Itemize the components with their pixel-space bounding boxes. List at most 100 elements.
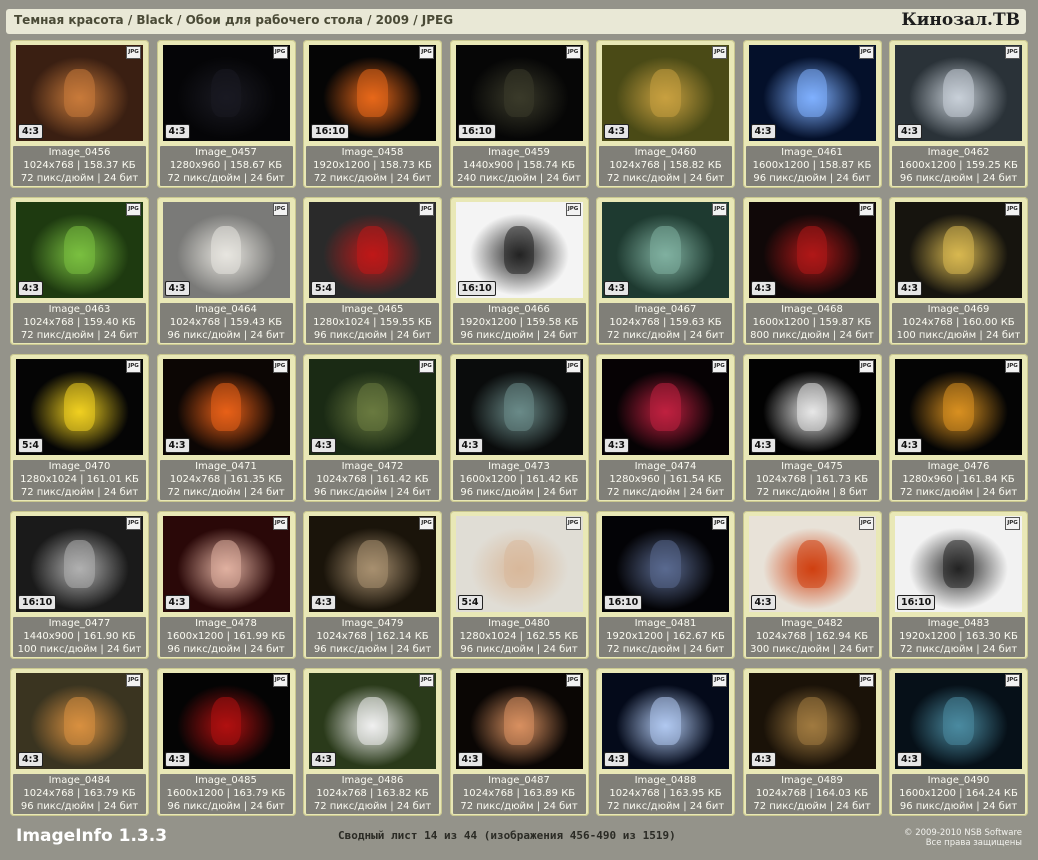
aspect-ratio-badge: 4:3 [18,752,44,767]
image-info: Image_0472 1024x768 | 161.42 КБ 96 пикс/дю… [306,460,439,500]
thumbnail-card[interactable]: JPG 16:10 Image_0458 1920x1200 | 158.73 КБ 7… [303,40,442,188]
thumbnail-image[interactable]: JPG 4:3 [895,359,1022,455]
thumbnail-card[interactable]: JPG 4:3 Image_0475 1024x768 | 161.73 КБ 72 п… [742,354,882,502]
car-dark-icon [210,69,242,117]
thumbnail-card[interactable]: JPG 4:3 Image_0457 1280x960 | 158.67 КБ 72 п… [156,40,296,188]
image-resolution-depth: 72 пикс/дюйм | 24 бит [460,801,578,812]
image-info: Image_0489 1024x768 | 164.03 КБ 72 пикс/дю… [745,774,879,814]
thumbnail-card[interactable]: JPG 16:10 Image_0459 1440x900 | 158.74 КБ 24… [449,40,589,188]
thumbnail-card[interactable]: JPG 4:3 Image_0463 1024x768 | 159.40 КБ 72 п… [10,197,149,345]
thumbnail-card[interactable]: JPG 16:10 Image_0477 1440x900 | 161.90 КБ 10… [10,511,149,659]
thumbnail-card[interactable]: JPG 4:3 Image_0462 1600x1200 | 159.25 КБ 96 … [889,40,1028,188]
thumbnail-card[interactable]: JPG 4:3 Image_0489 1024x768 | 164.03 КБ 72 п… [742,668,882,816]
thumbnail-card[interactable]: JPG 4:3 Image_0456 1024x768 | 158.37 КБ 72 п… [10,40,149,188]
image-info: Image_0463 1024x768 | 159.40 КБ 72 пикс/дю… [13,303,146,343]
thumbnail-image[interactable]: JPG 16:10 [309,45,436,141]
thumbnail-card[interactable]: JPG 4:3 Image_0460 1024x768 | 158.82 КБ 72 п… [596,40,735,188]
thumbnail-image[interactable]: JPG 4:3 [748,673,876,769]
image-resolution-depth: 96 пикс/дюйм | 24 бит [313,330,432,341]
thumbnail-image[interactable]: JPG 4:3 [602,359,729,455]
thumbnail-card[interactable]: JPG 4:3 Image_0473 1600x1200 | 161.42 КБ 96 … [449,354,589,502]
thumbnail-card[interactable]: JPG 4:3 Image_0472 1024x768 | 161.42 КБ 96 п… [303,354,442,502]
thumbnail-image[interactable]: JPG 16:10 [895,516,1022,612]
thumbnail-image[interactable]: JPG 4:3 [162,516,290,612]
aspect-ratio-badge: 4:3 [164,752,190,767]
image-name: Image_0482 [781,618,843,629]
thumbnail-image[interactable]: JPG 5:4 [309,202,436,298]
thumbnail-image[interactable]: JPG 4:3 [162,45,290,141]
thumbnail-image[interactable]: JPG 4:3 [602,45,729,141]
thumbnail-image[interactable]: JPG 4:3 [16,45,143,141]
thumbnail-card[interactable]: JPG 16:10 Image_0481 1920x1200 | 162.67 КБ 7… [596,511,735,659]
thumbnail-card[interactable]: JPG 4:3 Image_0464 1024x768 | 159.43 КБ 96 п… [156,197,296,345]
thumbnail-image[interactable]: JPG 4:3 [455,359,583,455]
thumbnail-image[interactable]: JPG 16:10 [16,516,143,612]
thumbnail-card[interactable]: JPG 5:4 Image_0470 1280x1024 | 161.01 КБ 72 … [10,354,149,502]
image-name: Image_0457 [195,147,257,158]
thumbnail-image[interactable]: JPG 4:3 [895,673,1022,769]
aspect-ratio-badge: 4:3 [750,438,776,453]
thumbnail-image[interactable]: JPG 16:10 [455,45,583,141]
panther-icon [503,69,535,117]
thumbnail-card[interactable]: JPG 5:4 Image_0465 1280x1024 | 159.55 КБ 96 … [303,197,442,345]
thumbnail-card[interactable]: JPG 4:3 Image_0486 1024x768 | 163.82 КБ 72 п… [303,668,442,816]
thumbnail-image[interactable]: JPG 4:3 [748,202,876,298]
thumbnail-image[interactable]: JPG 4:3 [162,202,290,298]
aspect-ratio-badge: 4:3 [164,595,190,610]
aspect-ratio-badge: 4:3 [897,752,923,767]
jpg-format-icon: JPG [712,517,727,530]
thumbnail-card[interactable]: JPG 4:3 Image_0476 1280x960 | 161.84 КБ 72 п… [889,354,1028,502]
thumbnail-image[interactable]: JPG 4:3 [309,516,436,612]
image-dimensions-size: 1920x1200 | 158.73 КБ [313,160,432,171]
thumbnail-card[interactable]: JPG 4:3 Image_0490 1600x1200 | 164.24 КБ 96 … [889,668,1028,816]
thumbnail-image[interactable]: JPG 4:3 [16,202,143,298]
fantasy-red-icon [796,226,828,274]
thumbnail-card[interactable]: JPG 4:3 Image_0461 1600x1200 | 158.87 КБ 96 … [742,40,882,188]
thumbnail-image[interactable]: JPG 4:3 [16,673,143,769]
thumbnail-card[interactable]: JPG 4:3 Image_0468 1600x1200 | 159.87 КБ 800… [742,197,882,345]
thumbnail-card[interactable]: JPG 16:10 Image_0483 1920x1200 | 163.30 КБ 7… [889,511,1028,659]
image-dimensions-size: 1920x1200 | 159.58 КБ [459,317,579,328]
image-resolution-depth: 72 пикс/дюйм | 24 бит [606,801,725,812]
thumbnail-image[interactable]: JPG 5:4 [455,516,583,612]
thumbnail-image[interactable]: JPG 4:3 [162,673,290,769]
jpg-format-icon: JPG [1005,360,1020,373]
thumbnail-card[interactable]: JPG 4:3 Image_0478 1600x1200 | 161.99 КБ 96 … [156,511,296,659]
thumbnail-image[interactable]: JPG 16:10 [602,516,729,612]
thumbnail-image[interactable]: JPG 5:4 [16,359,143,455]
thumbnail-image[interactable]: JPG 4:3 [748,359,876,455]
thumbnail-card[interactable]: JPG 5:4 Image_0480 1280x1024 | 162.55 КБ 96 … [449,511,589,659]
thumbnail-card[interactable]: JPG 4:3 Image_0482 1024x768 | 162.94 КБ 300 … [742,511,882,659]
thumbnail-card[interactable]: JPG 4:3 Image_0488 1024x768 | 163.95 КБ 72 п… [596,668,735,816]
jpg-format-icon: JPG [565,203,581,216]
image-name: Image_0483 [927,618,990,629]
thumbnail-card[interactable]: JPG 4:3 Image_0485 1600x1200 | 163.79 КБ 96 … [156,668,296,816]
aspect-ratio-badge: 4:3 [750,281,776,296]
thumbnail-card[interactable]: JPG 4:3 Image_0484 1024x768 | 163.79 КБ 96 п… [10,668,149,816]
thumbnail-image[interactable]: JPG 4:3 [602,202,729,298]
aspect-ratio-badge: 4:3 [604,438,630,453]
thumbnail-card[interactable]: JPG 4:3 Image_0469 1024x768 | 160.00 КБ 100 … [889,197,1028,345]
thumbnail-image[interactable]: JPG 4:3 [748,45,876,141]
thumbnail-card[interactable]: JPG 4:3 Image_0479 1024x768 | 162.14 КБ 96 п… [303,511,442,659]
thumbnail-image[interactable]: JPG 4:3 [748,516,876,612]
thumbnail-image[interactable]: JPG 4:3 [309,359,436,455]
image-dimensions-size: 1024x768 | 161.73 КБ [755,474,869,485]
thumbnail-card[interactable]: JPG 4:3 Image_0467 1024x768 | 159.63 КБ 72 п… [596,197,735,345]
thumbnail-card[interactable]: JPG 4:3 Image_0474 1280x960 | 161.54 КБ 72 п… [596,354,735,502]
thumbnail-image[interactable]: JPG 4:3 [895,202,1022,298]
thumbnail-card[interactable]: JPG 4:3 Image_0487 1024x768 | 163.89 КБ 72 п… [449,668,589,816]
thumbnail-card[interactable]: JPG 4:3 Image_0471 1024x768 | 161.35 КБ 72 п… [156,354,296,502]
thumbnail-image[interactable]: JPG 4:3 [309,673,436,769]
image-dimensions-size: 1024x768 | 159.43 КБ [169,317,283,328]
image-dimensions-size: 1024x768 | 159.40 КБ [23,317,136,328]
image-info: Image_0486 1024x768 | 163.82 КБ 72 пикс/дю… [306,774,439,814]
thumbnail-image[interactable]: JPG 16:10 [455,202,583,298]
thumbnail-image[interactable]: JPG 4:3 [455,673,583,769]
jpg-format-icon: JPG [1005,203,1020,216]
image-resolution-depth: 96 пикс/дюйм | 24 бит [167,801,285,812]
thumbnail-image[interactable]: JPG 4:3 [602,673,729,769]
thumbnail-image[interactable]: JPG 4:3 [162,359,290,455]
thumbnail-image[interactable]: JPG 4:3 [895,45,1022,141]
thumbnail-card[interactable]: JPG 16:10 Image_0466 1920x1200 | 159.58 КБ 9… [449,197,589,345]
